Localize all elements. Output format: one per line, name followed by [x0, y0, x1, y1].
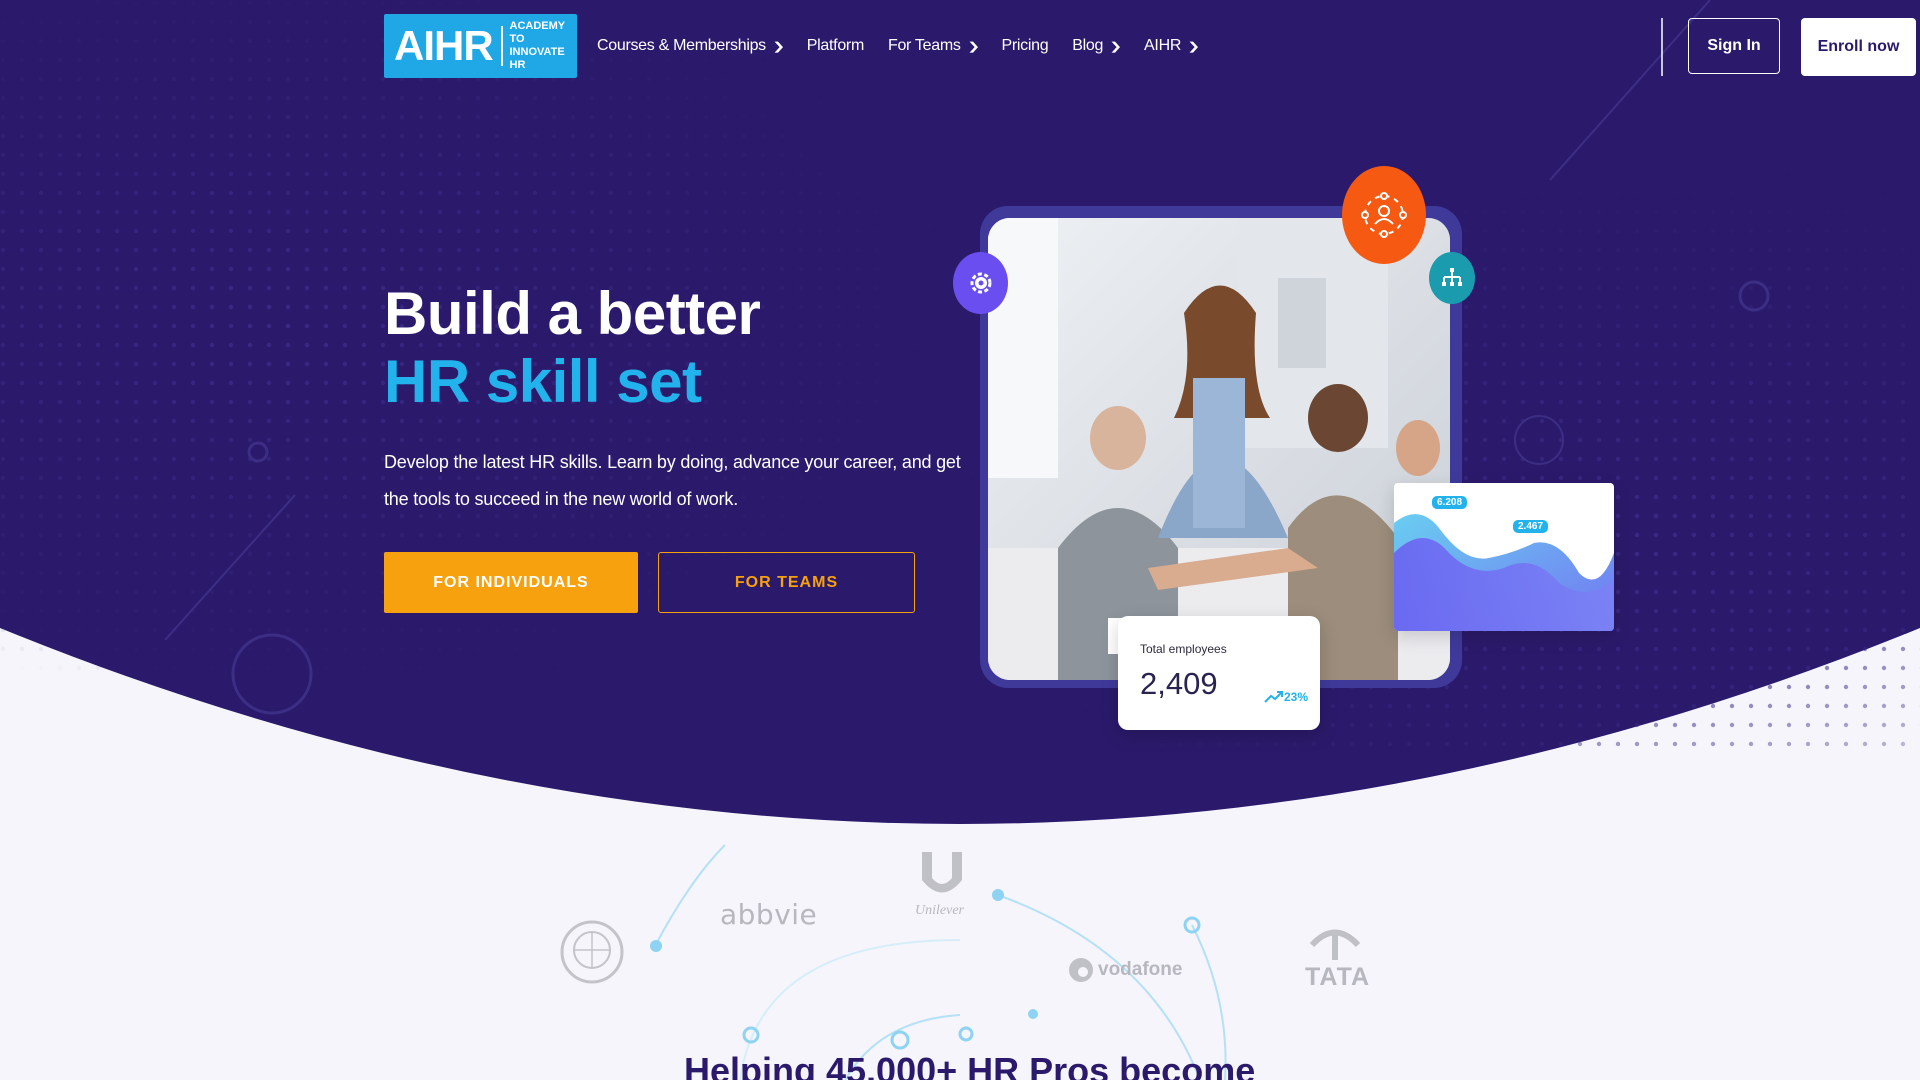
nav-item-courses[interactable]: Courses & Memberships ❯: [597, 37, 785, 55]
abbvie-logo: abbvie: [720, 898, 818, 931]
nav-menu: Courses & Memberships ❯ Platform For Team…: [597, 37, 1222, 55]
chevron-down-icon: ❯: [772, 40, 785, 53]
nav-item-blog[interactable]: Blog ❯: [1072, 37, 1122, 55]
hero-lead-text: Develop the latest HR skills. Learn by d…: [384, 452, 961, 509]
aihr-logo[interactable]: AIHR ACADEMY TO INNOVATE HR: [384, 14, 577, 78]
headline-line2: HR skill set: [384, 348, 702, 415]
logo-divider: [500, 26, 503, 66]
for-teams-button[interactable]: FOR TEAMS: [658, 552, 915, 613]
nav-item-aihr[interactable]: AIHR ❯: [1144, 37, 1200, 55]
nav-item-label: Blog: [1072, 37, 1104, 54]
stat-trend: 23%: [1264, 690, 1308, 704]
tata-emblem-logo: [1309, 929, 1361, 960]
un-emblem-logo: [560, 920, 624, 984]
nav-item-platform[interactable]: Platform: [807, 37, 864, 55]
hero-team-photo: [988, 218, 1450, 680]
nav-item-label: Courses & Memberships: [597, 37, 766, 54]
logo-wordmark: AIHR: [394, 22, 494, 69]
unilever-emblem-logo: [922, 852, 962, 893]
nav-item-pricing[interactable]: Pricing: [1001, 37, 1048, 55]
vodafone-logo: vodafone: [1098, 959, 1183, 980]
stat-value: 2,409: [1140, 666, 1218, 701]
chevron-down-icon: ❯: [1109, 40, 1122, 53]
nav-item-label: Platform: [806, 37, 864, 54]
chart-chip-2: 2.467: [1513, 520, 1549, 533]
nav-item-for-teams[interactable]: For Teams ❯: [887, 37, 980, 55]
unilever-logo: Unilever: [915, 903, 964, 918]
nav-item-label: For Teams: [887, 37, 961, 54]
vodafone-emblem-logo: [1069, 958, 1093, 982]
stat-label: Total employees: [1140, 642, 1227, 656]
trend-up-icon: [1264, 691, 1283, 703]
logo-tagline-line1: ACADEMY TO: [509, 20, 565, 45]
chevron-down-icon: ❯: [1187, 40, 1200, 53]
area-chart-graphic: [1394, 514, 1614, 631]
hero-headline: Build a better HR skill set: [384, 280, 761, 416]
section-title: Helping 45,000+ HR Pros become: [684, 1050, 1256, 1080]
people-network-icon: [1342, 166, 1426, 264]
total-employees-card: Total employees 2,409 23%: [1118, 616, 1320, 730]
logo-tagline: ACADEMY TO INNOVATE HR: [510, 20, 578, 72]
tata-logo: TATA: [1305, 963, 1371, 991]
chart-chip-1: 6.208: [1432, 496, 1468, 509]
top-nav: AIHR ACADEMY TO INNOVATE HR Courses & Me…: [384, 14, 1920, 78]
chevron-down-icon: ❯: [966, 40, 980, 53]
enroll-now-button[interactable]: Enroll now: [1801, 18, 1916, 76]
area-chart-card: 6.208 2.467: [1394, 483, 1614, 631]
logo-tagline-line2: INNOVATE HR: [509, 46, 565, 71]
stat-trend-value: 23%: [1283, 690, 1308, 704]
org-chart-icon: [1429, 252, 1475, 304]
headline-line1: Build a better: [384, 280, 761, 347]
sign-in-button[interactable]: Sign In: [1688, 18, 1780, 74]
client-logos-network: [560, 844, 1361, 1080]
for-individuals-button[interactable]: FOR INDIVIDUALS: [384, 552, 638, 613]
nav-divider: [1661, 18, 1663, 76]
gear-icon: [953, 252, 1008, 314]
nav-item-label: AIHR: [1144, 37, 1182, 54]
nav-item-label: Pricing: [1001, 37, 1049, 54]
